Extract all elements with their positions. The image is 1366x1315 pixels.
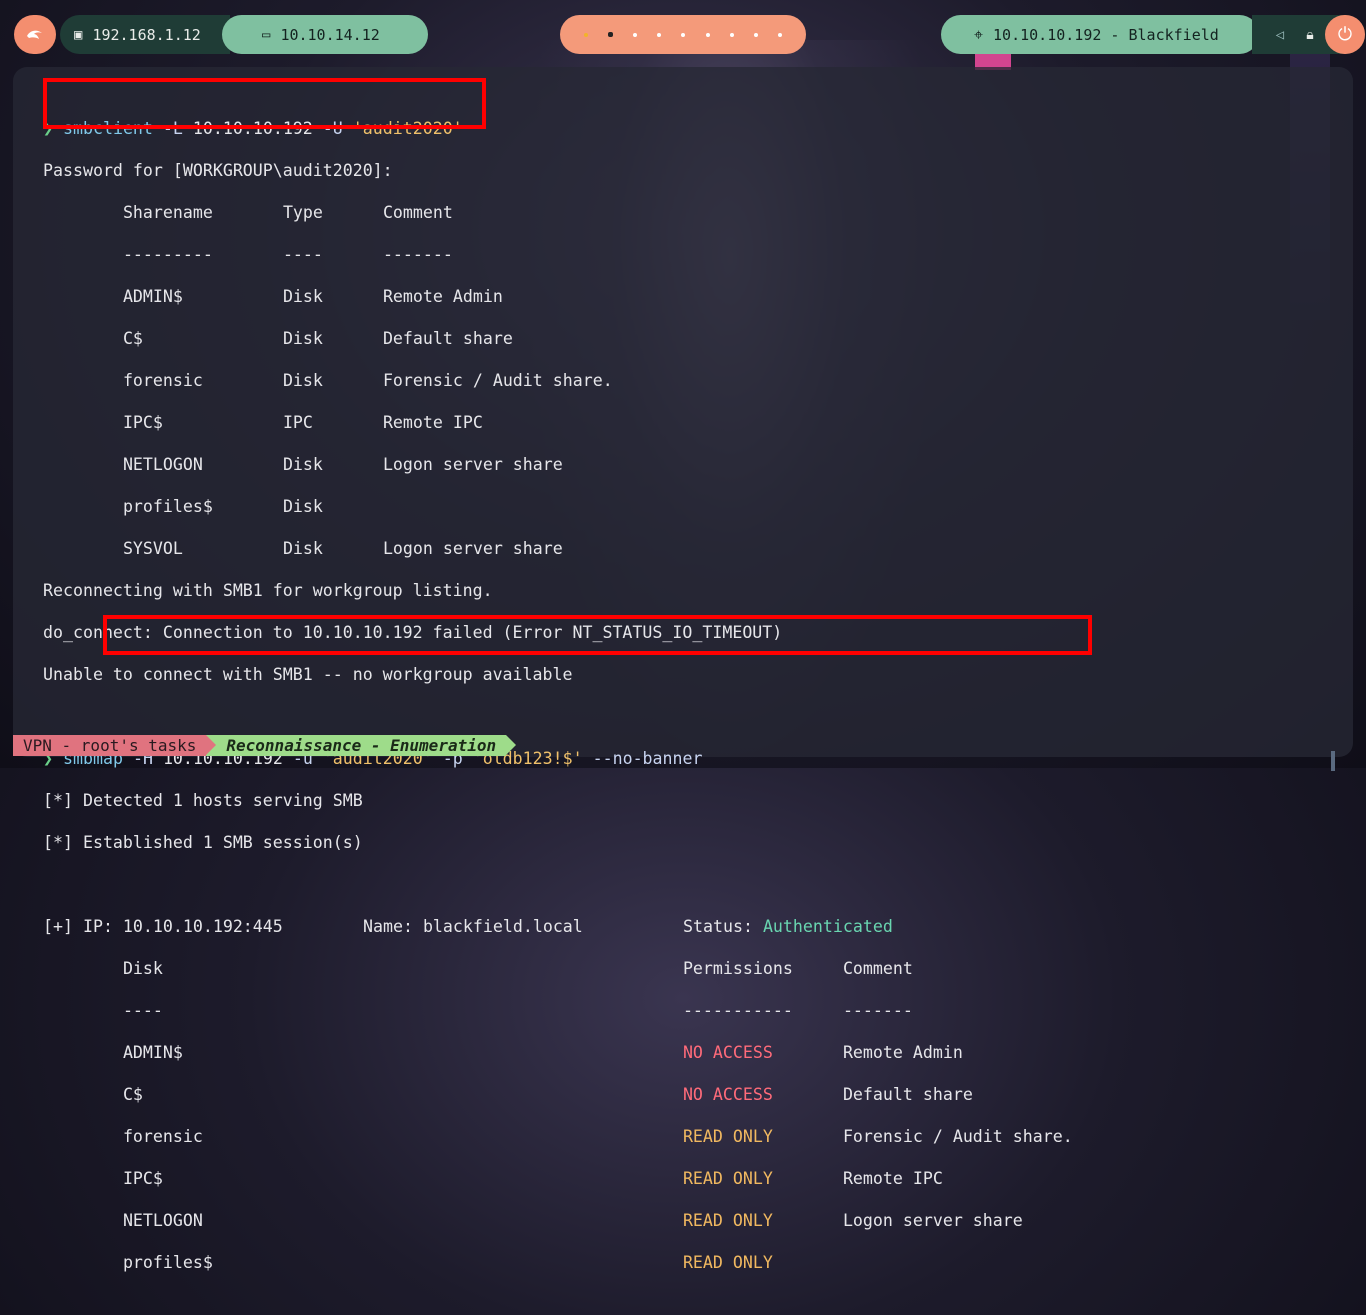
output-line: Password for [WORKGROUP\audit2020]:: [43, 161, 393, 180]
workspace-2-dot[interactable]: [608, 32, 614, 37]
network-card-icon: ▣: [74, 26, 83, 43]
table-row: ADMIN$ NO ACCESS Remote Admin: [122, 1043, 963, 1062]
table-row: IPC$ READ ONLY Remote IPC: [122, 1169, 943, 1188]
workspace-5-dot[interactable]: [681, 32, 686, 37]
workspace-switcher[interactable]: [560, 15, 806, 54]
table-row: NETLOGON READ ONLY Logon server share: [122, 1211, 1023, 1230]
output-line: [*] Established 1 SMB session(s): [43, 833, 363, 852]
tmux-statusbar: VPN - root's tasks Reconnaissance - Enum…: [13, 735, 516, 756]
table-row: forensic Disk Forensic / Audit share.: [122, 371, 613, 390]
workspace-4-dot[interactable]: [657, 32, 662, 37]
host-info-line: [+] IP: 10.10.10.192:445 Name: blackfield…: [43, 917, 893, 936]
workspace-7-dot[interactable]: [729, 32, 734, 37]
power-button[interactable]: ⏻: [1325, 15, 1365, 54]
workspace-3-dot[interactable]: [633, 32, 638, 37]
power-icon: ⏻: [1337, 24, 1353, 45]
terminal-scrollbar[interactable]: [1331, 751, 1335, 771]
table-separator: --------- ---- -------: [122, 245, 453, 264]
target-text: 10.10.10.192 - Blackfield: [993, 25, 1219, 44]
workspace-6-dot[interactable]: [705, 32, 710, 37]
system-tray: ◁ 🔒︎ ⏻: [1252, 15, 1365, 54]
output-line: Unable to connect with SMB1 -- no workgr…: [43, 665, 573, 684]
table-row: C$ NO ACCESS Default share: [122, 1085, 973, 1104]
table-row: SYSVOL Disk Logon server share: [122, 539, 563, 558]
table-header: Sharename Type Comment: [122, 203, 453, 222]
prompt-symbol: ❯: [43, 119, 53, 138]
laptop-icon: ▭: [262, 26, 271, 43]
terminal-output: ❯ smbclient -L 10.10.10.192 -U 'audit202…: [43, 97, 1333, 1315]
output-line: [*] Detected 1 hosts serving SMB: [43, 791, 363, 810]
table-row: ADMIN$ Disk Remote Admin: [122, 287, 503, 306]
lock-icon[interactable]: 🔒︎: [1295, 27, 1325, 43]
local-ip-widget[interactable]: ▣ 192.168.1.12: [60, 15, 230, 54]
vpn-ip-widget[interactable]: ▭ 10.10.14.12: [222, 15, 428, 54]
table-row: IPC$ IPC Remote IPC: [122, 413, 483, 432]
volume-icon[interactable]: ◁: [1265, 27, 1295, 43]
command-line: ❯ smbclient -L 10.10.10.192 -U 'audit202…: [43, 119, 463, 138]
table-separator: ---- ----------- -------: [122, 1001, 913, 1020]
table-row: NETLOGON Disk Logon server share: [122, 455, 563, 474]
table-row: C$ Disk Default share: [122, 329, 513, 348]
session-name[interactable]: VPN - root's tasks: [13, 735, 217, 756]
crosshair-icon: ⌖: [974, 24, 984, 44]
table-row: forensic READ ONLY Forensic / Audit share.: [122, 1127, 1073, 1146]
output-line: Reconnecting with SMB1 for workgroup lis…: [43, 581, 493, 600]
kali-dragon-icon: [27, 30, 42, 39]
workspace-1-dot[interactable]: [584, 32, 589, 37]
workspace-8-dot[interactable]: [753, 32, 758, 37]
terminal-window[interactable]: ❯ smbclient -L 10.10.10.192 -U 'audit202…: [13, 67, 1353, 1272]
vpn-ip-text: 10.10.14.12: [280, 25, 380, 44]
target-widget[interactable]: ⌖ 10.10.10.192 - Blackfield: [941, 15, 1259, 54]
table-header: Disk Permissions Comment: [122, 959, 913, 978]
table-row: profiles$ READ ONLY: [122, 1253, 773, 1272]
table-row: profiles$ Disk: [122, 497, 323, 516]
local-ip-text: 192.168.1.12: [92, 25, 201, 44]
kali-menu-button[interactable]: [14, 15, 56, 54]
workspace-9-dot[interactable]: [777, 32, 782, 37]
output-line: do_connect: Connection to 10.10.10.192 f…: [43, 623, 783, 642]
status-badge: Authenticated: [762, 917, 893, 936]
window-name[interactable]: Reconnaissance - Enumeration: [206, 735, 516, 756]
